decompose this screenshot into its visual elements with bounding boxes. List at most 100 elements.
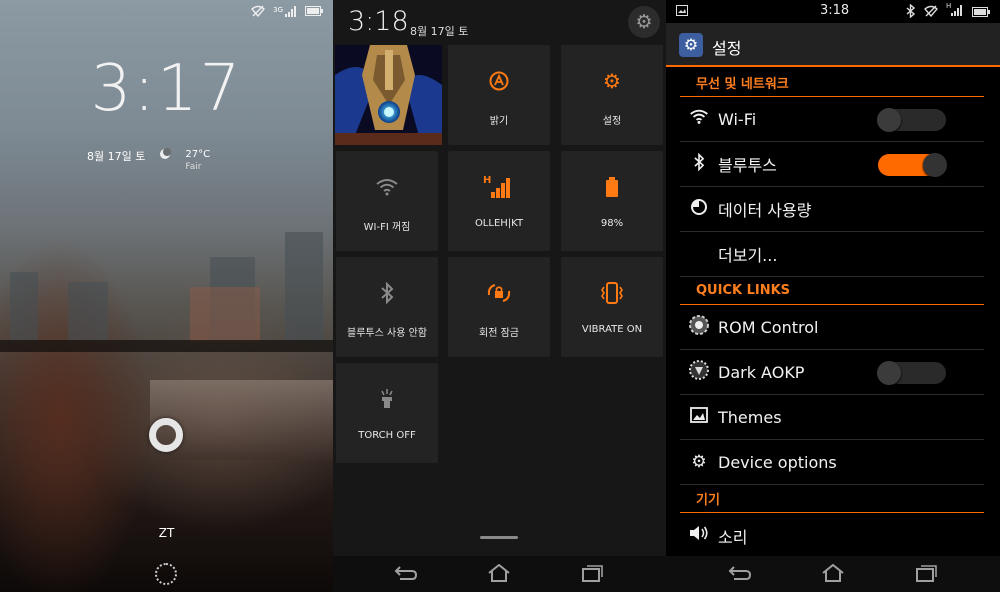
drag-handle[interactable] [480, 536, 518, 539]
battery-icon [305, 6, 323, 19]
window-sill [150, 380, 333, 460]
row-label: Themes [718, 407, 782, 427]
status-clock: 3:18 [820, 3, 850, 18]
tile-bluetooth[interactable]: 블루투스 사용 안함 [336, 257, 438, 357]
signal-icon [285, 5, 297, 20]
tile-torch[interactable]: TORCH OFF [336, 363, 438, 463]
section-header-device: 기기 [680, 485, 984, 513]
toggle-knob [877, 108, 901, 132]
wifi-toggle[interactable] [877, 108, 946, 132]
qs-date: 8월 17일 토 [410, 25, 469, 38]
home-icon[interactable] [820, 563, 846, 584]
tile-settings[interactable]: ⚙ 설정 [561, 45, 663, 145]
weather-widget: 27°C Fair [185, 148, 210, 174]
battery-icon [972, 6, 990, 21]
signal-icon [951, 5, 963, 20]
qs-clock: 3:18 [348, 6, 409, 37]
building-shape [190, 287, 260, 342]
tile-wifi[interactable]: WI-FI 꺼짐 [336, 151, 438, 251]
tile-vibrate[interactable]: VIBRATE ON [561, 257, 663, 357]
tile-label: WI-FI 꺼짐 [363, 222, 411, 233]
dark-aokp-toggle[interactable] [877, 361, 946, 385]
qs-header: 3:18 8월 17일 토 ⚙ [333, 0, 666, 42]
page-title: 설정 [712, 39, 742, 58]
temperature: 27°C [185, 149, 211, 160]
speaker-icon [680, 525, 718, 546]
lock-status-bar: 3G [251, 5, 323, 20]
settings-gear-icon: ⚙ [603, 69, 621, 93]
tile-label: 블루투스 사용 안함 [347, 328, 427, 339]
lockscreen-panel: 3G 3:17 8월 17일 토 27°C Fair ZT [0, 0, 333, 592]
rom-control-icon [680, 314, 718, 341]
settings-row-sound[interactable]: 소리 [680, 513, 984, 558]
recents-icon[interactable] [913, 564, 939, 584]
action-bar: ⚙ 설정 [666, 23, 1000, 67]
themes-icon [680, 406, 718, 428]
avatar-image [335, 45, 442, 145]
settings-list: 무선 및 네트워크 Wi-Fi 블루투스 데이터 사용량 더보기... QUIC… [680, 69, 984, 558]
settings-row-bluetooth[interactable]: 블루투스 [680, 142, 984, 187]
tile-label: 98% [600, 218, 624, 229]
wifi-icon [375, 175, 399, 199]
wifi-off-icon [924, 5, 938, 21]
settings-row-more[interactable]: 더보기... [680, 232, 984, 277]
tile-battery[interactable]: 98% [561, 151, 663, 251]
quick-settings-panel: 3:18 8월 17일 토 ⚙ 밝기 ⚙ 설정 WI-FI 꺼짐 H OLLEH… [333, 0, 666, 592]
row-label: 블루투스 [718, 156, 777, 175]
tile-label: 회전 잠금 [479, 328, 519, 339]
lock-date: 8월 17일 토 [87, 150, 146, 163]
image-notification-icon [676, 5, 688, 20]
window-frame [0, 340, 333, 352]
back-icon[interactable] [393, 564, 419, 584]
network-type-label: H [483, 175, 492, 186]
building-shape [10, 272, 38, 342]
back-icon[interactable] [727, 564, 753, 584]
bluetooth-icon [906, 3, 916, 22]
settings-row-rom-control[interactable]: ROM Control [680, 305, 984, 350]
data-usage-icon [680, 198, 718, 221]
weather-condition: Fair [185, 162, 202, 172]
home-icon[interactable] [486, 563, 512, 584]
unlock-ring[interactable] [149, 418, 183, 452]
vibrate-icon [599, 281, 625, 305]
tile-label: 설정 [602, 116, 622, 127]
row-label: Device options [718, 452, 837, 472]
recents-icon[interactable] [579, 564, 605, 584]
gear-icon: ⚙ [691, 452, 707, 472]
row-label: Wi-Fi [718, 109, 757, 129]
navigation-bar [666, 556, 1000, 592]
section-header-quick-links: QUICK LINKS [680, 277, 984, 305]
settings-row-dark-aokp[interactable]: Dark AOKP [680, 350, 984, 395]
owner-info: ZT [158, 526, 175, 540]
tile-mobile-network[interactable]: H OLLEH|KT [448, 151, 550, 251]
bluetooth-toggle[interactable] [878, 153, 947, 177]
tile-label: TORCH OFF [358, 430, 416, 441]
settings-app-icon[interactable]: ⚙ [679, 33, 703, 57]
settings-row-device-options[interactable]: ⚙ Device options [680, 440, 984, 485]
settings-row-wifi[interactable]: Wi-Fi [680, 97, 984, 142]
torch-icon [379, 387, 395, 411]
moon-icon [159, 148, 172, 163]
row-label: Dark AOKP [718, 362, 805, 382]
settings-gear-icon[interactable]: ⚙ [628, 6, 660, 38]
navigation-bar [333, 556, 666, 592]
row-label: 소리 [718, 527, 748, 547]
building-shape [68, 282, 108, 342]
bluetooth-icon [380, 281, 394, 305]
settings-panel: 3:18 H ⚙ 설정 무선 및 네트워크 Wi-Fi 블루투스 데이터 사용량… [666, 0, 1000, 592]
settings-row-data-usage[interactable]: 데이터 사용량 [680, 187, 984, 232]
tile-rotation-lock[interactable]: 회전 잠금 [448, 257, 550, 357]
loading-dots-icon [155, 563, 177, 585]
tile-label: 밝기 [489, 116, 509, 127]
wifi-off-icon [251, 5, 266, 20]
network-type-label: 3G [273, 5, 283, 14]
user-avatar-tile[interactable] [335, 45, 442, 145]
row-label: ROM Control [718, 317, 819, 337]
tile-brightness[interactable]: 밝기 [448, 45, 550, 145]
row-label: 데이터 사용량 [718, 201, 812, 220]
settings-row-themes[interactable]: Themes [680, 395, 984, 440]
row-label: 더보기... [718, 246, 778, 265]
rotation-lock-icon [486, 281, 512, 305]
battery-icon [605, 175, 619, 199]
building-shape [285, 232, 323, 342]
